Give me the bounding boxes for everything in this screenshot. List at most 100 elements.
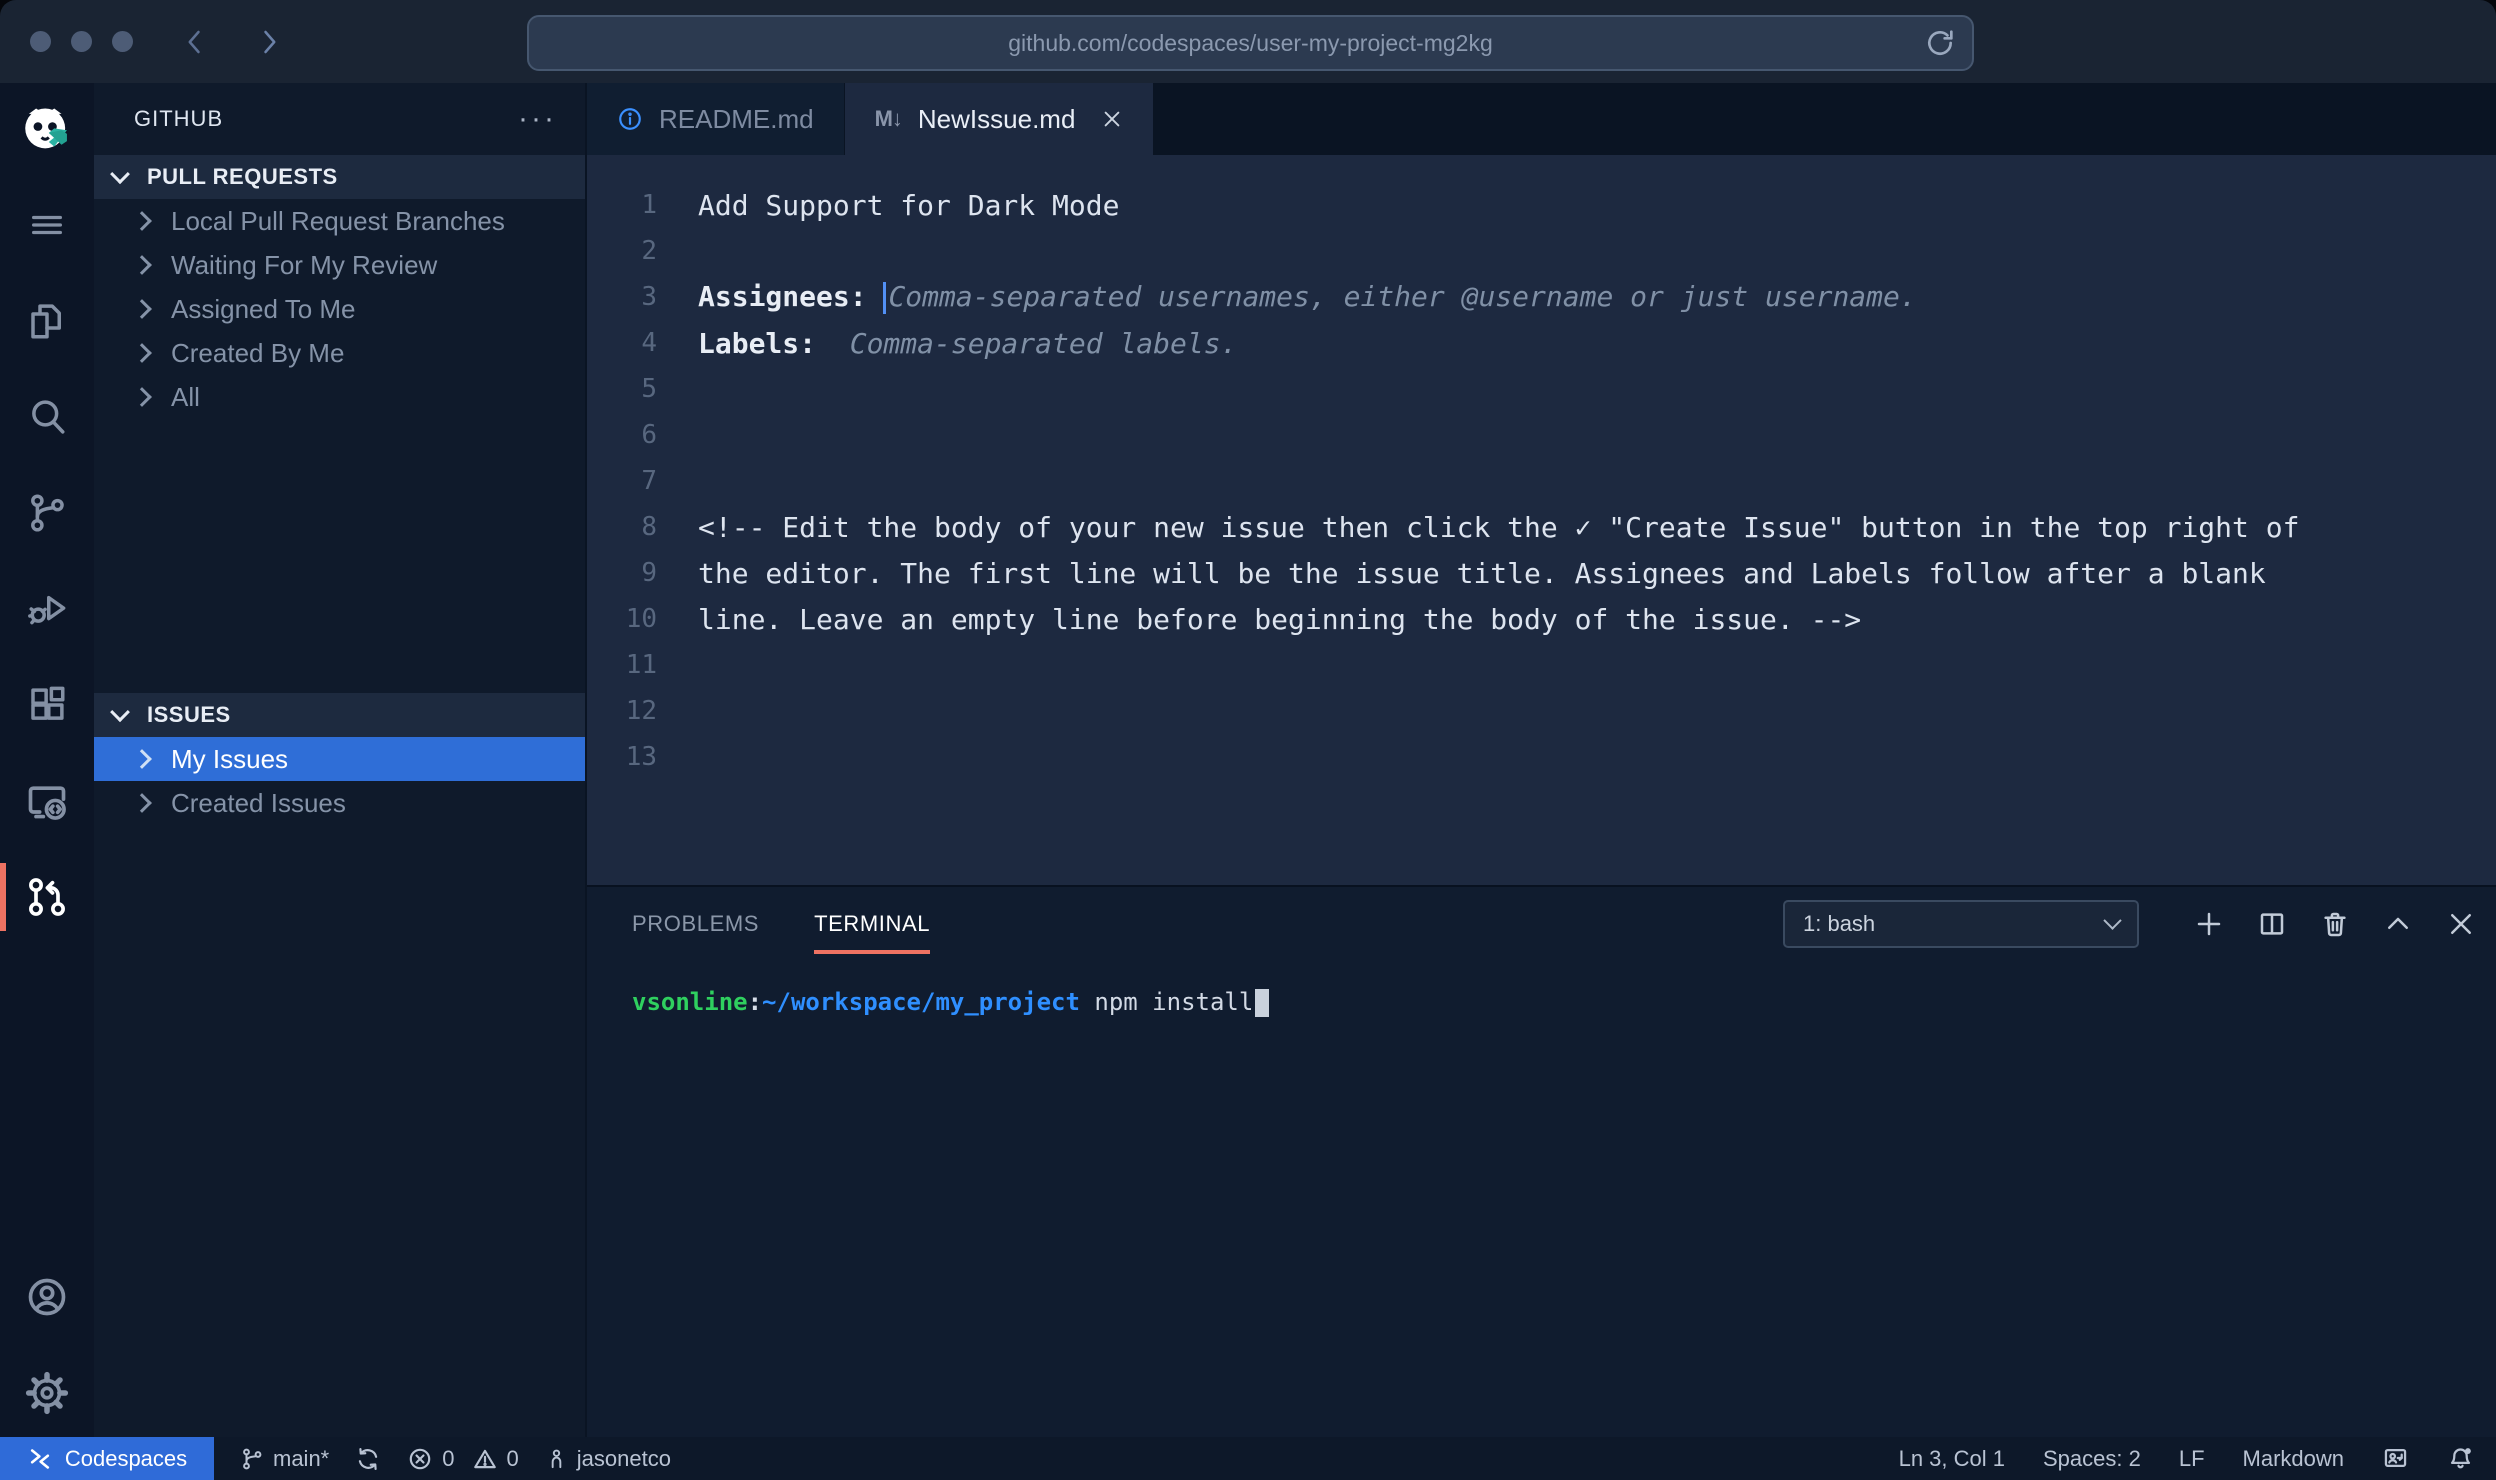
chevron-down-icon	[2103, 911, 2121, 929]
editor-line[interactable]: 5	[587, 366, 2496, 412]
extensions-icon[interactable]	[0, 677, 94, 733]
close-panel-icon[interactable]	[2446, 909, 2476, 939]
cursor-position-status[interactable]: Ln 3, Col 1	[1899, 1446, 2005, 1472]
section-pull-requests[interactable]: PULL REQUESTS	[94, 155, 585, 199]
editor-content[interactable]: 1Add Support for Dark Mode 2 3Assignees:…	[587, 155, 2496, 885]
editor-tab-bar: README.md M↓ NewIssue.md	[587, 83, 2496, 155]
editor-line[interactable]: 4Labels: Comma-separated labels.	[587, 320, 2496, 366]
tab-readme[interactable]: README.md	[587, 83, 845, 155]
terminal-command: npm install	[1080, 988, 1253, 1016]
reload-icon[interactable]	[1924, 27, 1956, 59]
user-status[interactable]: jasonetco	[545, 1446, 671, 1472]
error-icon	[407, 1446, 433, 1472]
tree-item-created-issues[interactable]: Created Issues	[94, 781, 585, 825]
kill-terminal-trash-icon[interactable]	[2320, 909, 2350, 939]
tree-item-assigned-to-me[interactable]: Assigned To Me	[94, 287, 585, 331]
problems-status[interactable]: 0 0	[407, 1446, 519, 1472]
editor-line[interactable]: 2	[587, 228, 2496, 274]
editor-line[interactable]: 7	[587, 458, 2496, 504]
maximize-panel-icon[interactable]	[2383, 909, 2413, 939]
github-codespaces-logo-icon[interactable]	[0, 101, 94, 163]
editor-line[interactable]: 6	[587, 412, 2496, 458]
line-number: 4	[587, 328, 698, 358]
explorer-icon[interactable]	[0, 293, 94, 349]
terminal-user: vsonline	[632, 988, 748, 1016]
remote-icon	[27, 1446, 53, 1472]
sync-status[interactable]	[355, 1446, 381, 1472]
window-close-button[interactable]	[30, 31, 51, 52]
address-bar[interactable]: github.com/codespaces/user-my-project-mg…	[527, 15, 1974, 71]
chevron-right-icon	[132, 299, 152, 319]
new-terminal-icon[interactable]	[2194, 909, 2224, 939]
notifications-bell-icon[interactable]	[2447, 1445, 2474, 1472]
markdown-icon: M↓	[875, 106, 902, 132]
line-number: 5	[587, 374, 698, 404]
language-mode-status[interactable]: Markdown	[2243, 1446, 2344, 1472]
tree-item-all[interactable]: All	[94, 375, 585, 419]
sidebar-more-actions-icon[interactable]: ···	[518, 114, 557, 124]
editor-line[interactable]: 9the editor. The first line will be the …	[587, 550, 2496, 596]
line-number: 6	[587, 420, 698, 450]
warning-icon	[472, 1446, 498, 1472]
sidebar-title-row: GITHUB ···	[94, 83, 585, 155]
forward-icon[interactable]	[253, 27, 283, 57]
url-text: github.com/codespaces/user-my-project-mg…	[1008, 30, 1492, 57]
tree-item-created-by-me[interactable]: Created By Me	[94, 331, 585, 375]
chevron-right-icon	[132, 255, 152, 275]
run-and-debug-icon[interactable]	[0, 581, 94, 637]
info-icon	[617, 106, 643, 132]
tree-item-local-pull-request-branches[interactable]: Local Pull Request Branches	[94, 199, 585, 243]
menu-icon[interactable]	[0, 197, 94, 253]
chevron-down-icon	[110, 164, 130, 184]
terminal-cursor	[1255, 989, 1269, 1017]
settings-gear-icon[interactable]	[0, 1365, 94, 1421]
terminal-output[interactable]: vsonline:~/workspace/my_project npm inst…	[587, 960, 2496, 1017]
split-terminal-icon[interactable]	[2257, 909, 2287, 939]
tab-problems[interactable]: PROBLEMS	[632, 887, 759, 960]
close-tab-icon[interactable]	[1101, 108, 1123, 130]
line-number: 12	[587, 696, 698, 726]
active-view-indicator	[0, 863, 6, 931]
account-icon[interactable]	[0, 1269, 94, 1325]
editor-cursor	[883, 282, 886, 314]
sidebar-title: GITHUB	[134, 106, 518, 132]
tab-newissue[interactable]: M↓ NewIssue.md	[845, 83, 1155, 155]
editor-line[interactable]: 12	[587, 688, 2496, 734]
terminal-path: ~/workspace/my_project	[762, 988, 1080, 1016]
line-number: 7	[587, 466, 698, 496]
back-icon[interactable]	[181, 27, 211, 57]
tree-item-my-issues[interactable]: My Issues	[94, 737, 585, 781]
line-number: 1	[587, 190, 698, 220]
window-zoom-button[interactable]	[112, 31, 133, 52]
eol-status[interactable]: LF	[2179, 1446, 2205, 1472]
source-control-icon[interactable]	[0, 485, 94, 541]
chevron-right-icon	[132, 211, 152, 231]
remote-explorer-icon[interactable]	[0, 773, 94, 829]
line-number: 2	[587, 236, 698, 266]
window-controls	[30, 31, 133, 52]
editor-line[interactable]: 13	[587, 734, 2496, 780]
editor-line[interactable]: 8<!-- Edit the body of your new issue th…	[587, 504, 2496, 550]
section-issues[interactable]: ISSUES	[94, 693, 585, 737]
window-minimize-button[interactable]	[71, 31, 92, 52]
editor-line[interactable]: 10line. Leave an empty line before begin…	[587, 596, 2496, 642]
terminal-select[interactable]: 1: bash	[1783, 900, 2139, 948]
search-icon[interactable]	[0, 389, 94, 445]
activity-bar	[0, 83, 94, 1437]
status-bar: Codespaces main* 0 0 jasonetco Ln 3, Col…	[0, 1437, 2496, 1480]
github-pull-requests-icon[interactable]	[0, 869, 94, 925]
tab-terminal[interactable]: TERMINAL	[814, 887, 930, 960]
feedback-icon[interactable]	[2382, 1445, 2409, 1472]
indentation-status[interactable]: Spaces: 2	[2043, 1446, 2141, 1472]
chevron-right-icon	[132, 749, 152, 769]
line-number: 8	[587, 512, 698, 542]
branch-status[interactable]: main*	[240, 1446, 329, 1472]
codespaces-status-button[interactable]: Codespaces	[0, 1437, 214, 1480]
line-number: 9	[587, 558, 698, 588]
editor-line[interactable]: 3Assignees: Comma-separated usernames, e…	[587, 274, 2496, 320]
tree-item-waiting-for-my-review[interactable]: Waiting For My Review	[94, 243, 585, 287]
chevron-down-icon	[110, 702, 130, 722]
editor-line[interactable]: 11	[587, 642, 2496, 688]
editor-line[interactable]: 1Add Support for Dark Mode	[587, 182, 2496, 228]
bottom-panel: PROBLEMS TERMINAL 1: bash	[587, 885, 2496, 1437]
